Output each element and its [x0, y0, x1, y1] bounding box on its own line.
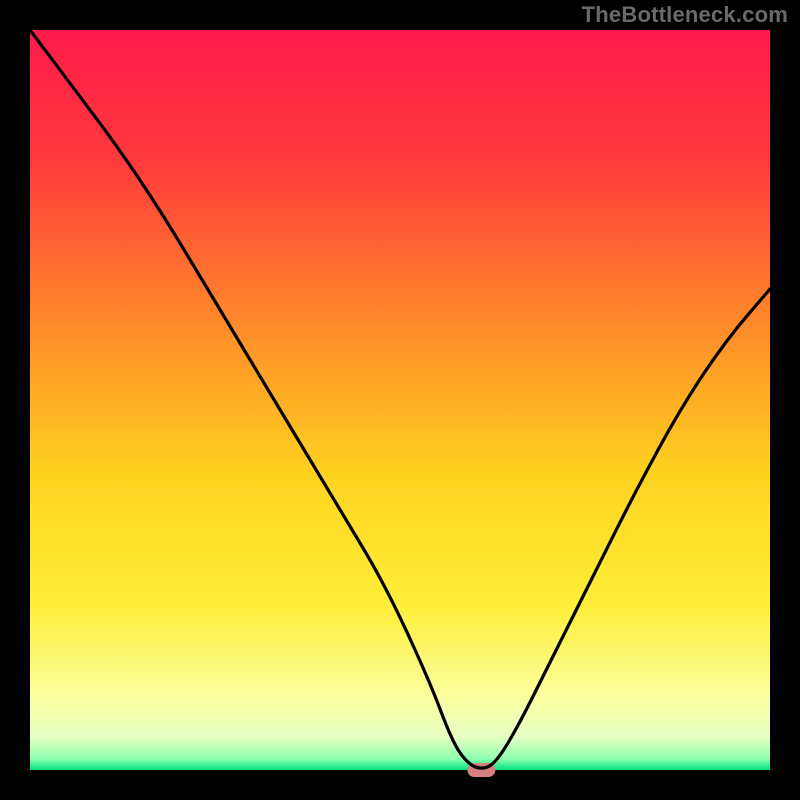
watermark-text: TheBottleneck.com	[582, 2, 788, 28]
chart-svg	[0, 0, 800, 800]
plot-area	[30, 30, 770, 770]
chart-container: { "watermark": "TheBottleneck.com", "cha…	[0, 0, 800, 800]
